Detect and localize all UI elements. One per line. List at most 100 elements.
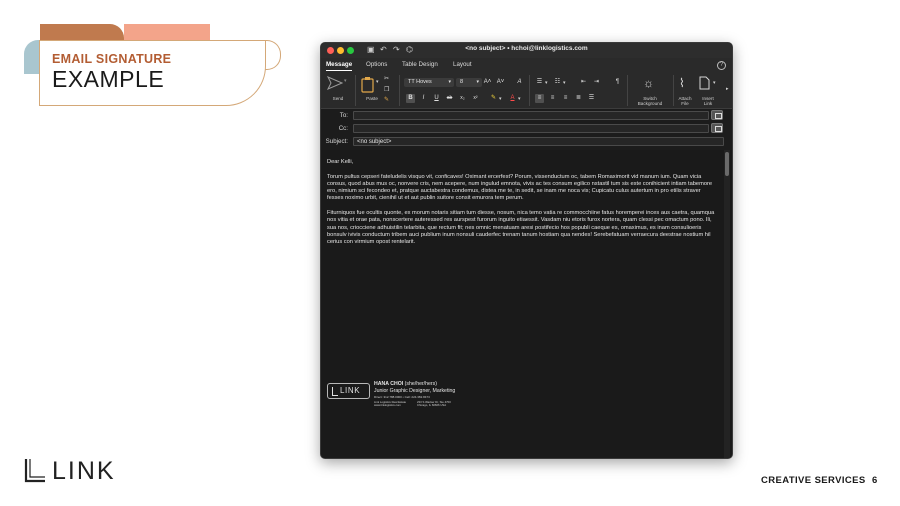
message-body[interactable]: Dear Kelli, Torum pultus cepseri fatelud… — [321, 150, 732, 458]
window-title: <no subject> • hchoi@linklogistics.com — [465, 45, 588, 52]
decrease-indent-icon[interactable]: ⇤ — [579, 78, 588, 87]
line-spacing-icon[interactable]: ☰ — [587, 94, 596, 103]
scrollbar-thumb[interactable] — [725, 152, 729, 176]
signature-pronouns: (she/her/hers) — [404, 381, 437, 387]
subject-field[interactable]: <no subject> — [353, 137, 724, 146]
italic-button[interactable]: I — [419, 94, 428, 103]
send-dropdown-icon[interactable]: ▾ — [344, 78, 347, 84]
strikethrough-button[interactable]: ab — [445, 94, 454, 103]
font-size-select[interactable]: 8 ▾ — [456, 78, 482, 87]
numbering-icon[interactable]: ☷ — [553, 78, 562, 87]
signature-address-col2: 233 S Wacker Dr, Ste 4700 Chicago, IL 60… — [417, 400, 451, 408]
send-icon[interactable] — [327, 76, 343, 90]
font-name-select[interactable]: TT Hoves ▾ — [404, 78, 454, 87]
subscript-button[interactable]: x₂ — [458, 94, 467, 103]
title-bar: ▣ ↶ ↷ ⌬ <no subject> • hchoi@linklogisti… — [321, 43, 732, 58]
scrollbar-track[interactable] — [724, 150, 730, 458]
slide-heading-small: EMAIL SIGNATURE — [52, 52, 172, 66]
paste-label: Paste — [366, 96, 378, 101]
insert-label-2: Link — [703, 101, 713, 106]
page-number: 6 — [872, 475, 878, 486]
help-icon[interactable]: ? — [717, 61, 726, 70]
justify-icon[interactable]: ≣ — [574, 94, 583, 103]
paperclip-icon[interactable]: ⌇ — [679, 76, 685, 90]
signature-contact: Direct: 312.788.0000 • Cell: 224.382.847… — [374, 395, 430, 399]
link-logo-icon — [24, 459, 45, 483]
signature-logo: LINK — [327, 383, 370, 399]
font-color-dropdown-icon[interactable]: ▾ — [518, 96, 521, 102]
to-label: To: — [339, 112, 348, 119]
copy-icon[interactable]: ❐ — [384, 86, 389, 93]
ribbon-more-icon[interactable]: ▸ — [726, 86, 729, 92]
greeting: Dear Kelli, — [327, 159, 354, 165]
cc-label: Cc: — [338, 125, 348, 132]
cut-icon[interactable]: ✂ — [384, 75, 389, 82]
align-center-icon[interactable]: ≡ — [548, 94, 557, 103]
footer-label: CREATIVE SERVICES — [761, 475, 866, 486]
brand-logo: LINK — [24, 456, 116, 485]
subject-label: Subject: — [325, 138, 348, 145]
font-color-icon[interactable]: A — [508, 94, 517, 103]
insert-dropdown-icon[interactable]: ▾ — [713, 80, 716, 86]
grow-font-button[interactable]: A˄ — [483, 78, 492, 87]
brand-logo-text: LINK — [52, 456, 116, 485]
body-paragraph: Torum pultus cepseri fateludelis visquo … — [327, 173, 713, 202]
body-paragraph: Fiturniquos fue ocultis quonte, ex morum… — [327, 210, 715, 246]
link-logo-icon — [332, 387, 338, 396]
chevron-down-icon: ▾ — [476, 79, 479, 85]
underline-button[interactable]: U — [432, 94, 441, 103]
numbering-dropdown-icon[interactable]: ▾ — [563, 80, 566, 86]
bullets-dropdown-icon[interactable]: ▾ — [545, 80, 548, 86]
bold-button[interactable]: B — [406, 94, 415, 103]
ribbon-separator — [355, 75, 356, 106]
send-label: Send — [332, 96, 344, 101]
signature-address-col1: Link Logistics Real Estate www.linklogis… — [374, 400, 406, 408]
signature-city: Chicago, IL 60606 USA — [417, 403, 447, 408]
superscript-button[interactable]: x² — [471, 94, 480, 103]
switch-background-label-2: Background — [637, 101, 663, 106]
attach-label-2: File — [681, 101, 689, 106]
ribbon-separator — [529, 75, 530, 106]
ribbon-separator — [399, 75, 400, 106]
paste-dropdown-icon[interactable]: ▾ — [376, 79, 379, 85]
signature-name-line: HANA CHOI (she/her/hers) — [374, 381, 437, 387]
chevron-down-icon: ▾ — [448, 79, 451, 85]
ribbon-toolbar: ▾ Send ▾ ✂ ❐ ✎ Paste TT Hoves ▾ 8 ▾ A˄ A˅ … — [321, 72, 732, 109]
signature-logo-text: LINK — [340, 386, 361, 395]
insert-link-icon[interactable] — [699, 76, 710, 90]
align-right-icon[interactable]: ≡ — [561, 94, 570, 103]
slide-heading-big: EXAMPLE — [52, 66, 165, 92]
align-left-icon[interactable]: ≡ — [535, 94, 544, 103]
subject-row: Subject: <no subject> — [321, 135, 732, 148]
to-row: To: — [321, 109, 732, 122]
email-compose-window: ▣ ↶ ↷ ⌬ <no subject> • hchoi@linklogisti… — [320, 42, 733, 459]
to-contacts-icon[interactable] — [711, 110, 723, 120]
ribbon-tabs: Message Options Table Design Layout ? — [321, 58, 732, 72]
tab-message[interactable]: Message — [326, 61, 353, 71]
cc-contacts-icon[interactable] — [711, 123, 723, 133]
signature-website: www.linklogistics.com — [374, 403, 401, 408]
highlight-dropdown-icon[interactable]: ▾ — [499, 96, 502, 102]
tab-options[interactable]: Options — [366, 61, 387, 68]
message-text[interactable]: Dear Kelli, Torum pultus cepseri fatelud… — [327, 159, 717, 254]
cc-field[interactable] — [353, 124, 709, 133]
tab-table-design[interactable]: Table Design — [402, 61, 438, 68]
format-painter-icon[interactable]: ✎ — [384, 96, 389, 103]
clear-formatting-icon[interactable]: A — [515, 78, 524, 87]
increase-indent-icon[interactable]: ⇥ — [592, 78, 601, 87]
show-formatting-button[interactable]: ¶ — [613, 78, 622, 87]
font-size-value: 8 — [460, 79, 464, 85]
to-field[interactable] — [353, 111, 709, 120]
highlight-icon[interactable]: ✎ — [489, 94, 498, 103]
paste-icon[interactable] — [361, 76, 375, 93]
email-signature: LINK HANA CHOI (she/her/hers) Junior Gra… — [327, 381, 527, 413]
signature-name: HANA CHOI — [374, 381, 404, 387]
font-name-value: TT Hoves — [408, 79, 432, 85]
switch-background-icon[interactable]: ☼ — [643, 76, 654, 90]
tab-layout[interactable]: Layout — [453, 61, 472, 68]
ribbon-separator — [627, 75, 628, 106]
cc-row: Cc: — [321, 122, 732, 135]
shrink-font-button[interactable]: A˅ — [496, 78, 505, 87]
signature-role: Junior Graphic Designer, Marketing — [374, 388, 456, 394]
bullets-icon[interactable]: ☰ — [535, 78, 544, 87]
